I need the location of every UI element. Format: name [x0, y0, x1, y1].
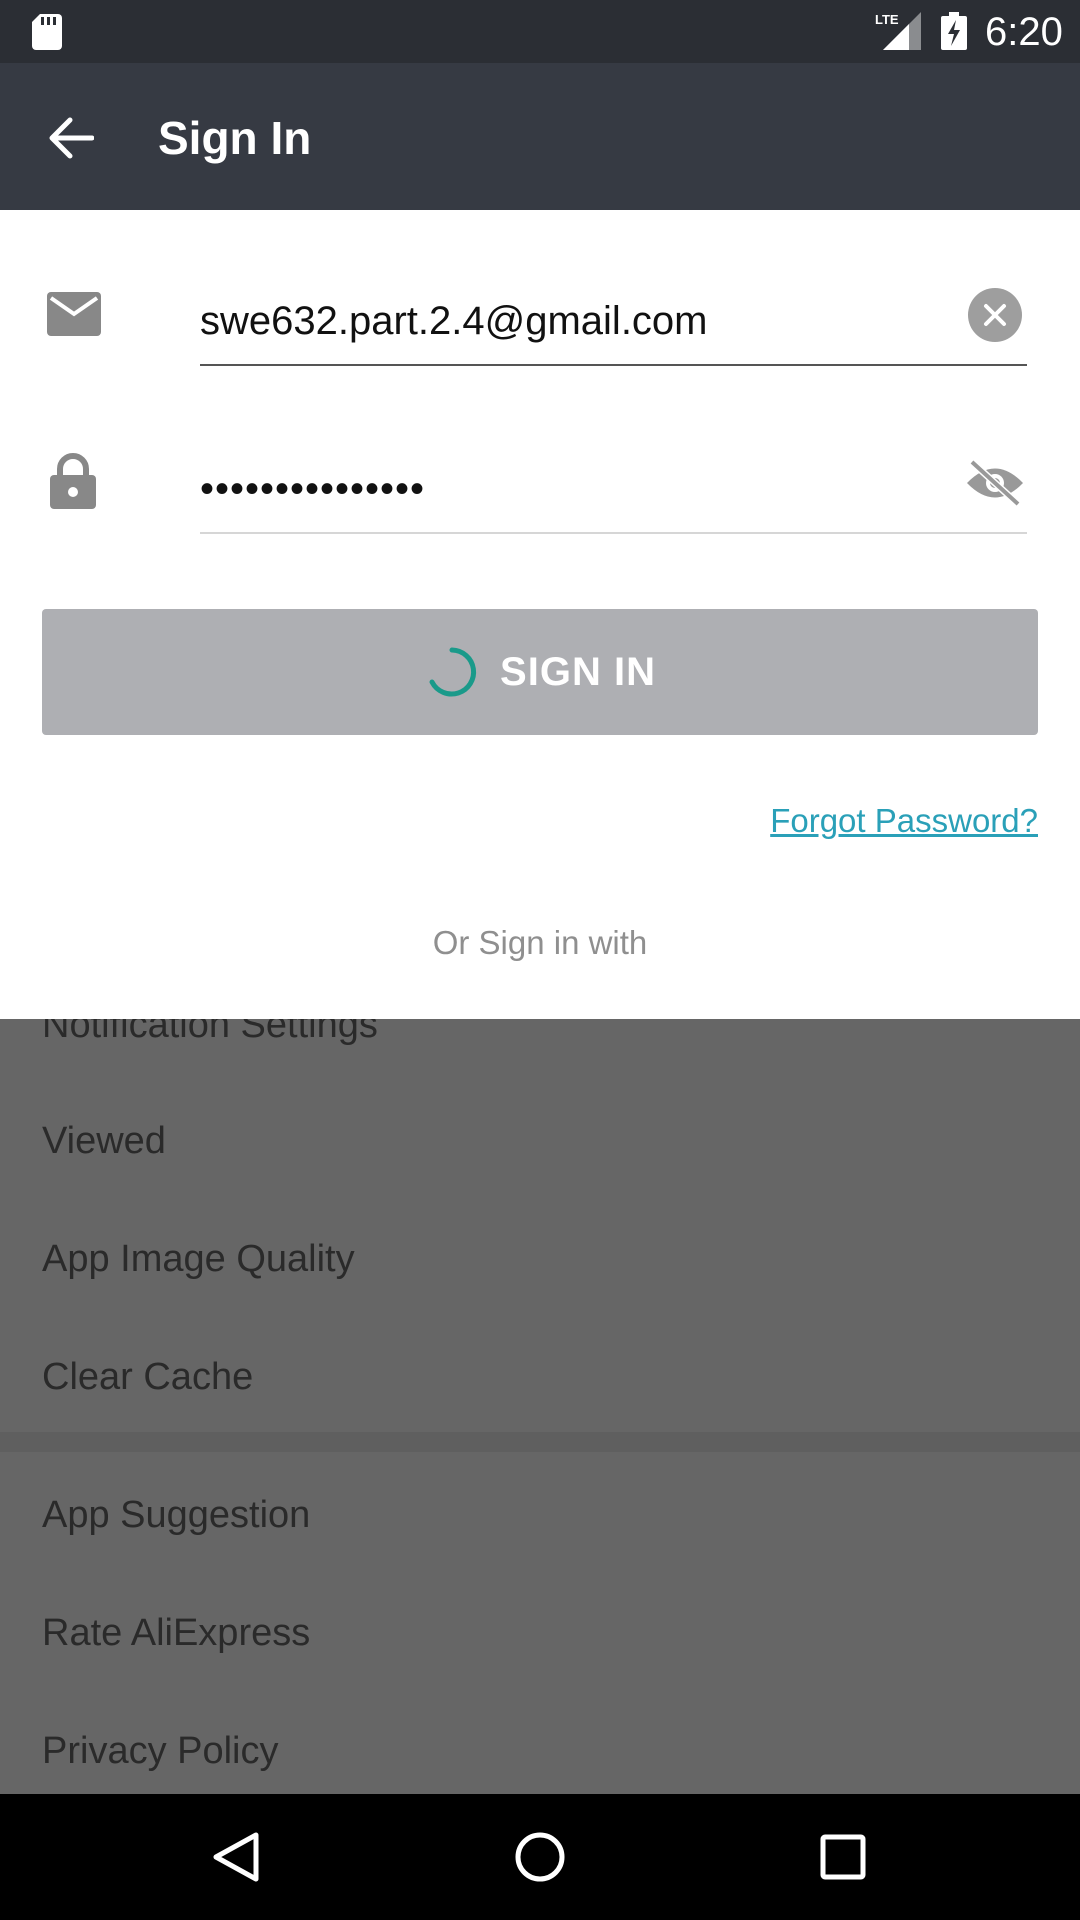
sign-in-button[interactable]: SIGN IN — [42, 609, 1038, 735]
mail-icon — [47, 292, 101, 336]
status-clock: 6:20 — [985, 10, 1063, 54]
settings-item-notification: Notification Settings — [42, 1019, 378, 1046]
or-sign-in-with-text: Or Sign in with — [432, 924, 648, 961]
settings-item-viewed: Viewed — [42, 1120, 166, 1162]
nav-back-button[interactable] — [206, 1827, 266, 1887]
battery-charging-icon — [941, 12, 967, 50]
clear-email-button[interactable] — [968, 288, 1022, 342]
back-button[interactable] — [38, 105, 104, 171]
settings-item-privacy: Privacy Policy — [42, 1730, 279, 1772]
section-divider — [0, 1432, 1080, 1452]
lte-label: LTE — [875, 12, 899, 27]
eye-off-icon[interactable] — [964, 458, 1026, 508]
settings-item-clear-cache: Clear Cache — [42, 1356, 254, 1398]
sign-in-label: SIGN IN — [500, 649, 656, 694]
settings-item-app-suggestion: App Suggestion — [42, 1494, 311, 1536]
password-value: ••••••••••••••• — [200, 467, 426, 511]
loading-spinner-icon — [429, 647, 477, 697]
close-icon — [984, 304, 1006, 326]
app-bar: Sign In — [0, 63, 1080, 210]
triangle-back-icon — [213, 1832, 259, 1882]
email-value: swe632.part.2.4@gmail.com — [200, 299, 708, 343]
arrow-left-icon — [49, 117, 94, 159]
lock-icon — [50, 453, 96, 509]
settings-item-rate: Rate AliExpress — [42, 1612, 311, 1654]
sd-card-icon — [32, 14, 62, 50]
settings-list: Notification Settings Viewed App Image Q… — [0, 1019, 1080, 1794]
sign-in-sheet: swe632.part.2.4@gmail.com ••••••••••••••… — [0, 210, 1080, 1019]
square-recents-icon — [820, 1834, 866, 1880]
circle-home-icon — [515, 1832, 565, 1882]
page-title: Sign In — [158, 112, 312, 164]
settings-item-image-quality: App Image Quality — [42, 1238, 355, 1280]
nav-home-button[interactable] — [510, 1827, 570, 1887]
password-field[interactable]: ••••••••••••••• — [200, 438, 1027, 534]
status-bar: LTE 6:20 — [0, 0, 1080, 63]
forgot-password-link[interactable]: Forgot Password? — [770, 802, 1038, 840]
navigation-bar — [0, 1794, 1080, 1920]
lte-signal-icon: LTE — [875, 12, 921, 50]
email-field[interactable]: swe632.part.2.4@gmail.com — [200, 268, 1027, 366]
nav-recents-button[interactable] — [813, 1827, 873, 1887]
